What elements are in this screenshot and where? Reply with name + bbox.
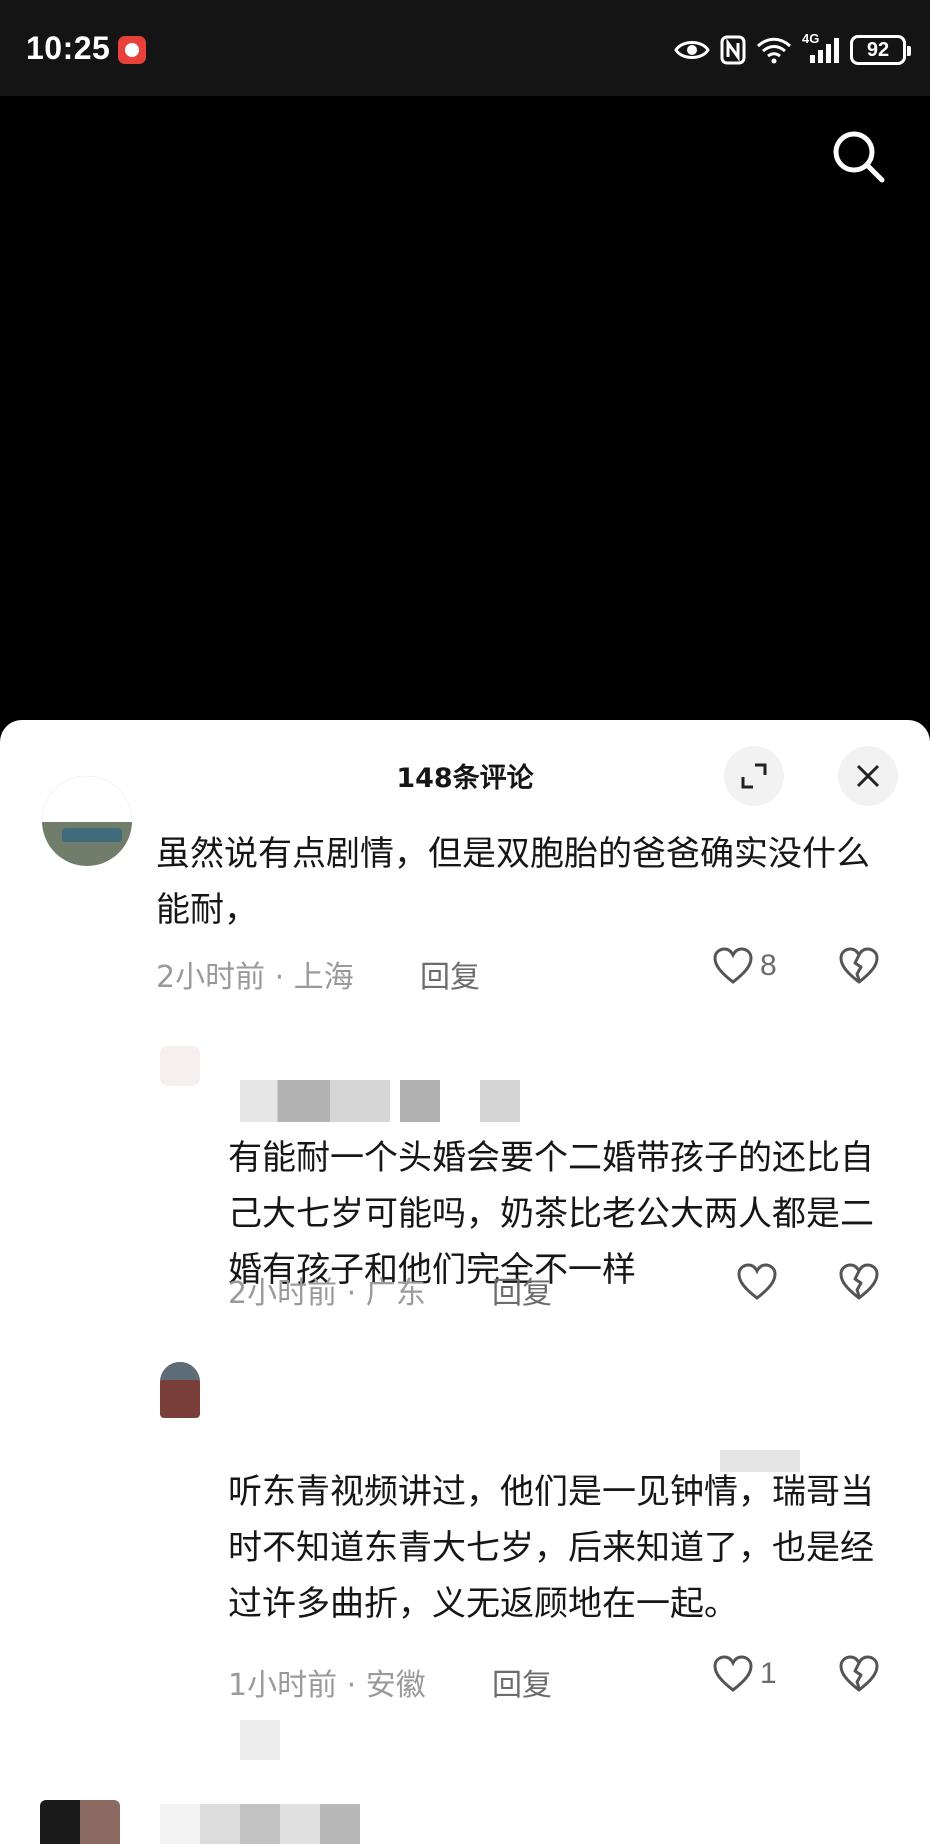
avatar[interactable] [160, 1046, 200, 1086]
like-button[interactable]: 1 [712, 1654, 777, 1694]
load-more-placeholder [240, 1720, 280, 1760]
comment-time: 1小时前 · 安徽 [228, 1660, 426, 1704]
username-blur [400, 1080, 440, 1122]
like-count: 1 [760, 1657, 777, 1690]
status-time: 10:25 [26, 30, 111, 66]
avatar[interactable] [40, 1800, 120, 1844]
comment-location: 安徽 [365, 1668, 426, 1703]
comment-time: 2小时前 · 广东 [228, 1268, 426, 1312]
reply-button[interactable]: 回复 [492, 1268, 552, 1312]
comment-time-label: 2小时前 [156, 960, 266, 995]
avatar[interactable] [160, 1362, 200, 1418]
meta-separator: · [274, 960, 294, 995]
heart-icon [713, 947, 753, 984]
comment-time-label: 2小时前 [228, 1276, 338, 1311]
comment-item: 虽然说有点剧情，但是双胞胎的爸爸确实没什么能耐， 2小时前 · 上海 回复 8 [0, 720, 930, 1020]
dislike-button[interactable] [838, 946, 880, 990]
reply-button[interactable]: 回复 [420, 952, 480, 996]
comment-location: 广东 [365, 1276, 426, 1311]
status-icons: 4G 92 [674, 31, 911, 68]
comment-time: 2小时前 · 上海 [156, 952, 354, 996]
username-blur [480, 1080, 520, 1122]
comment-location: 上海 [293, 960, 354, 995]
comment-time-label: 1小时前 [228, 1668, 338, 1703]
avatar[interactable] [42, 776, 132, 866]
wifi-icon [756, 37, 792, 64]
video-player[interactable] [0, 96, 930, 726]
broken-heart-icon [839, 1263, 879, 1300]
username-blur [160, 1804, 360, 1844]
broken-heart-icon [839, 947, 879, 984]
status-bar: 10:25 4G 92 [0, 0, 930, 96]
reply-button[interactable]: 回复 [492, 1660, 552, 1704]
like-button[interactable]: 8 [712, 946, 777, 986]
comments-sheet: 148条评论 虽然说有点剧情，但是双胞胎的爸爸确实没什么能耐， 2小时前 · 上… [0, 720, 930, 1844]
signal-icon: 4G [802, 31, 840, 65]
broken-heart-icon [839, 1655, 879, 1692]
nfc-icon [720, 35, 746, 65]
username-blur [240, 1080, 390, 1122]
comment-text: 虽然说有点剧情，但是双胞胎的爸爸确实没什么能耐， [156, 834, 870, 930]
dislike-button[interactable] [838, 1262, 880, 1306]
like-button[interactable] [736, 1262, 784, 1302]
eye-icon [674, 41, 710, 59]
comment-item [0, 1790, 930, 1844]
comment-text: 听东青视频讲过，他们是一见钟情，瑞哥当时不知道东青大七岁，后来知道了，也是经过许… [228, 1472, 874, 1624]
meta-separator: · [346, 1668, 366, 1703]
meta-separator: · [346, 1276, 366, 1311]
battery-level: 92 [866, 38, 890, 61]
comment-item: 有能耐一个头婚会要个二婚带孩子的还比自己大七岁可能吗，奶茶比老公大两人都是二婚有… [0, 1020, 930, 1340]
search-button[interactable] [826, 124, 890, 188]
heart-icon [737, 1263, 777, 1300]
search-icon [833, 131, 885, 183]
dislike-button[interactable] [838, 1654, 880, 1698]
app-notification-icon [118, 36, 146, 64]
battery-indicator: 92 [850, 35, 911, 65]
heart-icon [713, 1655, 753, 1692]
like-count: 8 [760, 949, 777, 982]
comment-item: 听东青视频讲过，他们是一见钟情，瑞哥当时不知道东青大七岁，后来知道了，也是经过许… [0, 1340, 930, 1720]
